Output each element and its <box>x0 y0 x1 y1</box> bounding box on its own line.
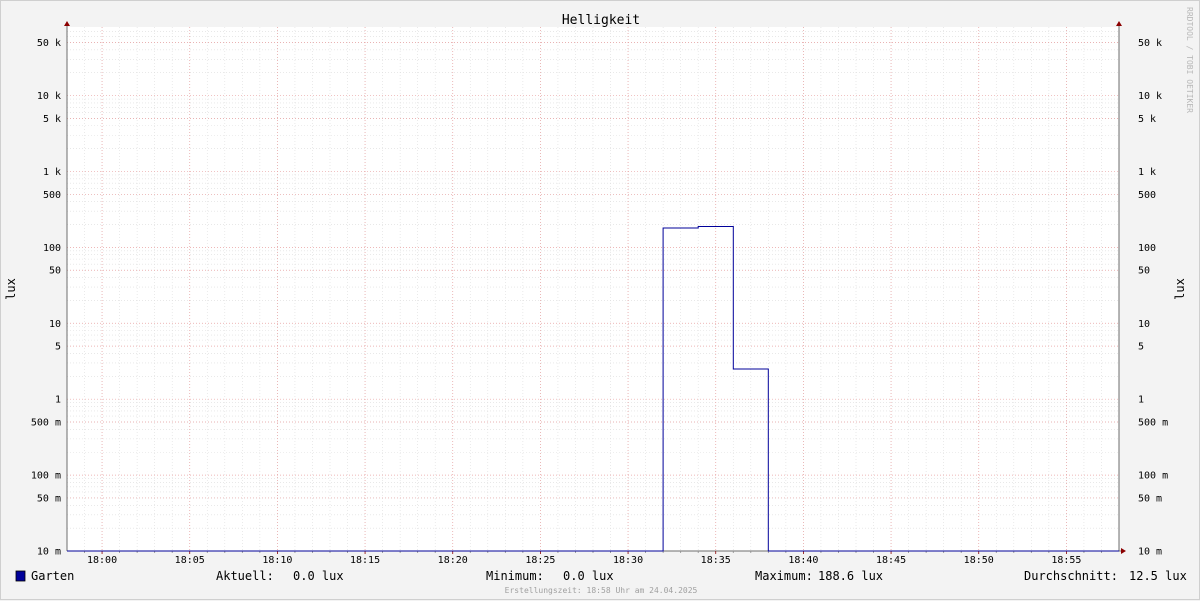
x-tick-label: 18:35 <box>701 555 731 566</box>
stat-minimum-value: 0.0 lux <box>563 569 614 583</box>
y-tick-label-left: 10 <box>49 319 61 330</box>
y-tick-label-right: 500 m <box>1138 418 1168 429</box>
y-tick-label-right: 50 m <box>1138 493 1162 504</box>
x-tick-label: 18:15 <box>350 555 380 566</box>
y-tick-label-right: 50 <box>1138 266 1150 277</box>
x-tick-label: 18:25 <box>525 555 555 566</box>
y-tick-label-left: 500 m <box>31 418 61 429</box>
legend-swatch <box>15 570 26 582</box>
stat-current-value: 0.0 lux <box>293 569 344 583</box>
stat-average-label: Durchschnitt: <box>1024 569 1118 583</box>
x-tick-label: 18:30 <box>613 555 643 566</box>
y-tick-label-left: 1 k <box>43 167 61 178</box>
y-axis-arrow-left <box>64 21 70 26</box>
stat-average-value: 12.5 lux <box>1129 569 1187 583</box>
y-tick-label-left: 1 <box>55 395 61 406</box>
stat-maximum-value: 188.6 lux <box>818 569 883 583</box>
y-tick-label-right: 10 k <box>1138 91 1162 102</box>
stat-minimum-label: Minimum: <box>486 569 544 583</box>
stat-current-label: Aktuell: <box>216 569 274 583</box>
legend: Garten Aktuell: 0.0 lux Minimum: 0.0 lux… <box>15 569 1187 583</box>
y-tick-label-right: 100 <box>1138 243 1156 254</box>
y-tick-label-right: 50 k <box>1138 38 1162 49</box>
x-tick-label: 18:55 <box>1051 555 1081 566</box>
stat-maximum-label: Maximum: <box>755 569 813 583</box>
y-tick-label-right: 10 <box>1138 319 1150 330</box>
y-tick-label-left: 500 <box>43 190 61 201</box>
x-tick-label: 18:20 <box>438 555 468 566</box>
x-axis-arrow <box>1121 548 1126 554</box>
y-tick-label-right: 10 m <box>1138 547 1162 558</box>
x-tick-label: 18:50 <box>964 555 994 566</box>
x-tick-label: 18:10 <box>262 555 292 566</box>
y-tick-label-left: 50 k <box>37 38 61 49</box>
y-tick-label-left: 10 k <box>37 91 61 102</box>
y-tick-label-left: 5 <box>55 342 61 353</box>
y-axis-arrow-right <box>1116 21 1122 26</box>
chart-svg: 18:00 18:05 18:10 18:15 18:20 18:25 18:30 18:35… <box>4 7 1194 595</box>
y-tick-label-left: 50 <box>49 266 61 277</box>
y-tick-label-right: 100 m <box>1138 471 1168 482</box>
x-tick-label: 18:00 <box>87 555 117 566</box>
y-tick-label-right: 1 k <box>1138 167 1156 178</box>
y-tick-label-left: 10 m <box>37 547 61 558</box>
y-axis-label-left: lux <box>4 278 18 300</box>
x-tick-label: 18:45 <box>876 555 906 566</box>
chart-frame: 18:00 18:05 18:10 18:15 18:20 18:25 18:30 18:35… <box>0 0 1200 600</box>
y-tick-label-right: 5 k <box>1138 114 1156 125</box>
y-tick-label-right: 5 <box>1138 342 1144 353</box>
footer-timestamp: Erstellungszeit: 18:58 Uhr am 24.04.2025 <box>505 586 698 595</box>
y-tick-label-right: 1 <box>1138 395 1144 406</box>
watermark: RRDTOOL / TOBI OETIKER <box>1185 7 1194 113</box>
legend-label: Garten <box>31 569 74 583</box>
y-tick-label-left: 50 m <box>37 493 61 504</box>
y-tick-label-right: 500 <box>1138 190 1156 201</box>
y-tick-label-left: 100 m <box>31 471 61 482</box>
x-tick-label: 18:05 <box>175 555 205 566</box>
y-tick-label-left: 100 <box>43 243 61 254</box>
y-tick-label-left: 5 k <box>43 114 61 125</box>
chart-title: Helligkeit <box>562 13 640 28</box>
y-axis-label-right: lux <box>1173 278 1187 300</box>
x-tick-label: 18:40 <box>788 555 818 566</box>
